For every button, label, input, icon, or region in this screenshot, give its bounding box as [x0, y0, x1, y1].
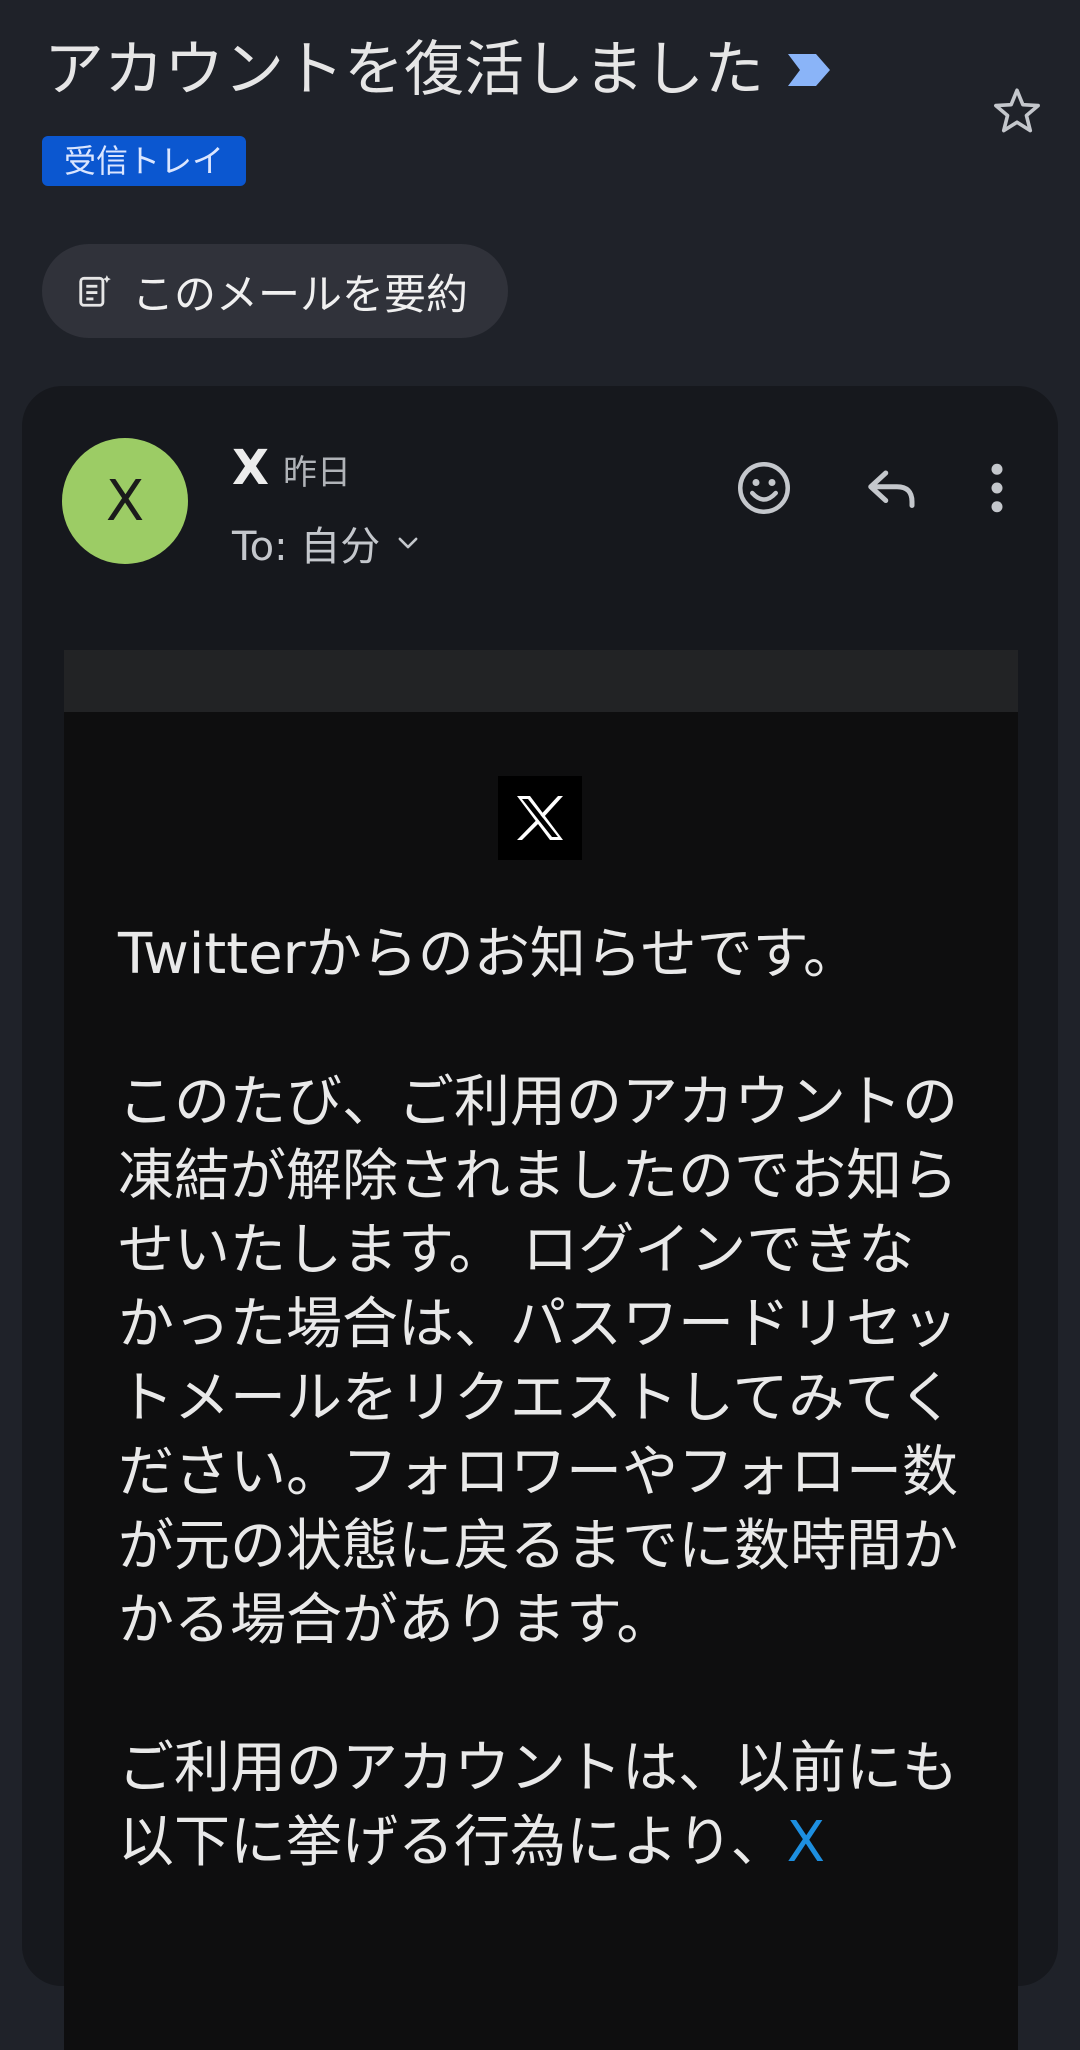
- email-body: Twitterからのお知らせです。 このたび、ご利用のアカウントの凍結が解除され…: [64, 650, 1018, 2050]
- history-paragraph: ご利用のアカウントは、以前にも以下に挙げる行為により、X: [118, 1732, 970, 1880]
- email-subject: アカウントを復活しました: [44, 30, 832, 110]
- recipient-text: To: 自分: [232, 524, 381, 570]
- message-card: X X 昨日 To: 自分 Twitterからのお知らせです。 このたび、ご利用…: [22, 386, 1058, 2050]
- recipient-details-toggle[interactable]: To: 自分: [232, 514, 422, 572]
- notice-paragraph: このたび、ご利用のアカウントの凍結が解除されましたのでお知らせいたします。 ログ…: [118, 1070, 958, 1653]
- history-paragraph-text: ご利用のアカウントは、以前にも以下に挙げる行為により、: [118, 1736, 958, 1875]
- sender-line: X 昨日: [232, 440, 351, 496]
- star-icon[interactable]: [990, 84, 1044, 138]
- more-vert-icon[interactable]: [972, 458, 1022, 518]
- summarize-label: このメールを要約: [132, 269, 469, 319]
- summarize-email-button[interactable]: このメールを要約: [42, 244, 509, 338]
- reply-icon[interactable]: [862, 458, 922, 518]
- sent-time: 昨日: [283, 453, 352, 493]
- x-logo-icon: [517, 796, 563, 840]
- sender-avatar[interactable]: X: [62, 438, 188, 564]
- body-top-strip: [64, 650, 1018, 712]
- inbox-label-badge[interactable]: 受信トレイ: [42, 136, 247, 186]
- emoji-reaction-icon[interactable]: [734, 458, 794, 518]
- greeting-paragraph: Twitterからのお知らせです。: [118, 922, 859, 987]
- importance-marker-icon[interactable]: [786, 50, 832, 90]
- subject-text: アカウントを復活しました: [44, 35, 764, 105]
- chevron-down-icon: [398, 537, 418, 549]
- sender-name[interactable]: X: [232, 440, 269, 496]
- summarize-icon: [79, 275, 111, 307]
- x-policy-link[interactable]: X: [787, 1810, 825, 1875]
- email-body-text: Twitterからのお知らせです。 このたび、ご利用のアカウントの凍結が解除され…: [118, 918, 970, 1954]
- x-logo: [498, 776, 582, 860]
